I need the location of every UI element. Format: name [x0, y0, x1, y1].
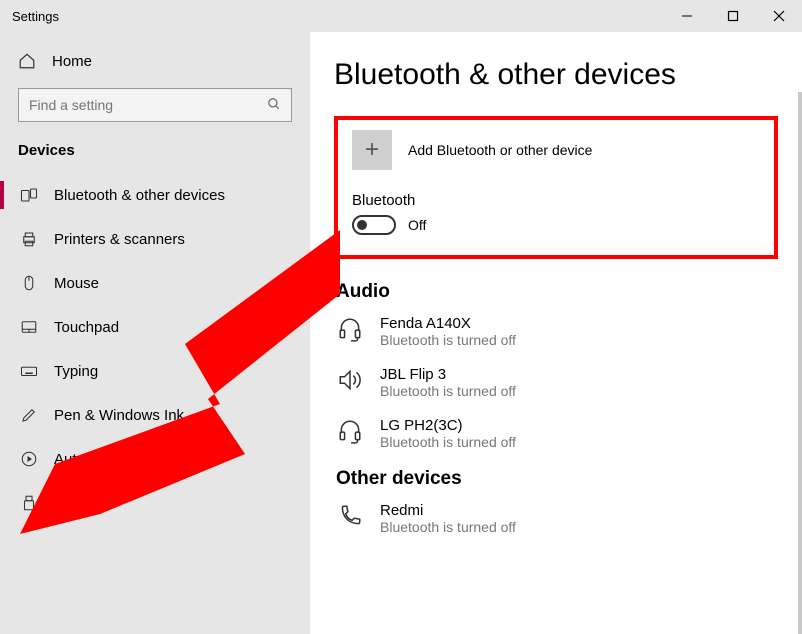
- plus-icon: +: [365, 136, 379, 164]
- maximize-button[interactable]: [710, 0, 756, 32]
- bluetooth-toggle[interactable]: [352, 215, 396, 235]
- sidebar-item-typing[interactable]: Typing: [0, 349, 310, 393]
- group-title-other: Other devices: [336, 468, 778, 490]
- minimize-button[interactable]: [664, 0, 710, 32]
- mouse-icon: [20, 274, 38, 292]
- bluetooth-state: Off: [408, 217, 426, 233]
- sidebar-item-mouse[interactable]: Mouse: [0, 261, 310, 305]
- sidebar-item-pen[interactable]: Pen & Windows Ink: [0, 393, 310, 437]
- device-name: Fenda A140X: [380, 315, 516, 332]
- printer-icon: [20, 230, 38, 248]
- sidebar-item-label: Pen & Windows Ink: [54, 407, 184, 424]
- sidebar-item-label: Touchpad: [54, 319, 119, 336]
- window-controls: [664, 0, 802, 32]
- device-item[interactable]: Redmi Bluetooth is turned off: [336, 502, 778, 535]
- home-icon: [18, 52, 36, 70]
- sidebar-item-label: Mouse: [54, 275, 99, 292]
- device-name: LG PH2(3C): [380, 417, 516, 434]
- device-status: Bluetooth is turned off: [380, 519, 516, 535]
- search-icon: [267, 97, 281, 114]
- headset-icon: [336, 417, 364, 445]
- sidebar: Home Devices Bluetooth & other devices P…: [0, 32, 310, 634]
- search-input[interactable]: [29, 97, 267, 113]
- sidebar-item-label: Printers & scanners: [54, 231, 185, 248]
- sidebar-item-usb[interactable]: USB: [0, 481, 310, 525]
- pen-icon: [20, 406, 38, 424]
- autoplay-icon: [20, 450, 38, 468]
- touchpad-icon: [20, 318, 38, 336]
- content-area: Bluetooth & other devices + Add Bluetoot…: [310, 32, 802, 634]
- sidebar-item-label: USB: [54, 495, 85, 512]
- group-title-audio: Audio: [336, 281, 778, 303]
- close-button[interactable]: [756, 0, 802, 32]
- device-status: Bluetooth is turned off: [380, 434, 516, 450]
- nav-home-label: Home: [52, 53, 92, 70]
- sidebar-item-bluetooth[interactable]: Bluetooth & other devices: [0, 173, 310, 217]
- device-status: Bluetooth is turned off: [380, 332, 516, 348]
- search-box[interactable]: [18, 88, 292, 122]
- sidebar-item-label: Bluetooth & other devices: [54, 187, 225, 204]
- add-device-label: Add Bluetooth or other device: [408, 142, 592, 158]
- phone-icon: [336, 502, 364, 530]
- sidebar-item-label: AutoPlay: [54, 451, 114, 468]
- add-button[interactable]: +: [352, 130, 392, 170]
- bluetooth-devices-icon: [20, 186, 38, 204]
- device-item[interactable]: Fenda A140X Bluetooth is turned off: [336, 315, 778, 348]
- sidebar-section-label: Devices: [0, 136, 310, 173]
- sidebar-item-autoplay[interactable]: AutoPlay: [0, 437, 310, 481]
- scrollbar[interactable]: [798, 92, 802, 634]
- bluetooth-label: Bluetooth: [352, 192, 760, 209]
- titlebar: Settings: [0, 0, 802, 32]
- speaker-icon: [336, 366, 364, 394]
- sidebar-item-touchpad[interactable]: Touchpad: [0, 305, 310, 349]
- device-item[interactable]: LG PH2(3C) Bluetooth is turned off: [336, 417, 778, 450]
- add-device-row[interactable]: + Add Bluetooth or other device: [352, 130, 760, 170]
- annotation-highlight: + Add Bluetooth or other device Bluetoot…: [334, 116, 778, 259]
- device-status: Bluetooth is turned off: [380, 383, 516, 399]
- device-item[interactable]: JBL Flip 3 Bluetooth is turned off: [336, 366, 778, 399]
- page-title: Bluetooth & other devices: [334, 58, 778, 92]
- usb-icon: [20, 494, 38, 512]
- window-title: Settings: [12, 9, 59, 24]
- sidebar-item-label: Typing: [54, 363, 98, 380]
- sidebar-item-printers[interactable]: Printers & scanners: [0, 217, 310, 261]
- device-name: Redmi: [380, 502, 516, 519]
- headset-icon: [336, 315, 364, 343]
- keyboard-icon: [20, 362, 38, 380]
- nav-home[interactable]: Home: [0, 42, 310, 80]
- device-name: JBL Flip 3: [380, 366, 516, 383]
